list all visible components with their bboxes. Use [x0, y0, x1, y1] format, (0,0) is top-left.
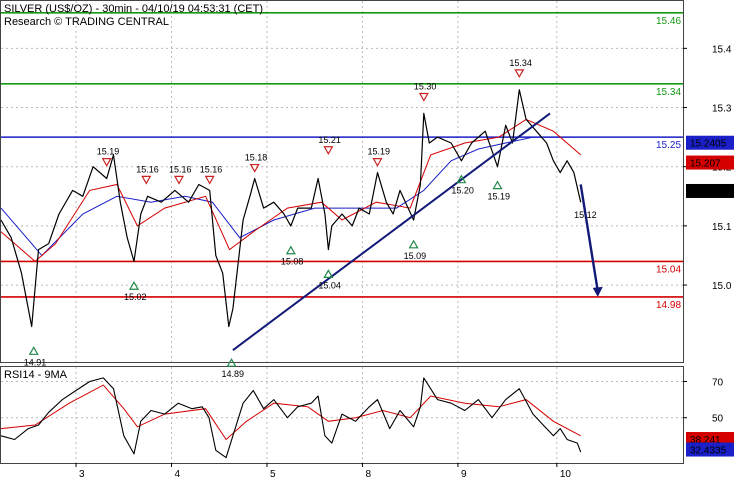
- price-badge-label: 15.207: [690, 159, 721, 170]
- high-label: 15.16: [200, 164, 223, 174]
- high-label: 15.19: [367, 147, 390, 157]
- y-tick-label: 15.0: [712, 281, 732, 292]
- low-label: 15.09: [404, 251, 427, 261]
- level-label: 15.04: [656, 264, 681, 275]
- level-label: 15.25: [656, 140, 681, 151]
- price-badge-label: 15.2405: [690, 139, 727, 150]
- rsi-panel-label: RSI14 - 9MA: [4, 369, 68, 381]
- rsi-y-tick-label: 70: [712, 377, 724, 388]
- chart-title: SILVER (US$/OZ) - 30min - 04/10/19 04:53…: [4, 3, 263, 15]
- high-label: 15.19: [97, 147, 120, 157]
- low-label: 15.02: [124, 292, 147, 302]
- x-tick-label: 4: [175, 469, 181, 480]
- low-label: 15.20: [451, 186, 474, 196]
- price-badge-label: 15.159: [690, 187, 721, 198]
- level-label: 15.46: [656, 16, 681, 27]
- target-label: 15.12: [574, 210, 597, 220]
- low-label: 14.91: [24, 357, 47, 367]
- high-label: 15.18: [245, 153, 268, 163]
- high-label: 15.16: [136, 164, 159, 174]
- y-tick-label: 15.1: [712, 222, 732, 233]
- level-label: 15.34: [656, 87, 681, 98]
- low-label: 15.04: [318, 280, 341, 290]
- y-tick-label: 15.4: [712, 44, 732, 55]
- chart-source: Research © TRADING CENTRAL: [4, 16, 169, 28]
- chart-root: 15.46 15.34 15.25 15.04 14.98 15.19 15.16 15.1…: [0, 0, 735, 480]
- high-label: 15.21: [318, 135, 341, 145]
- x-tick-label: 10: [560, 469, 572, 480]
- rsi-badge-label: 32.4335: [690, 446, 727, 457]
- y-tick-label: 15.3: [712, 104, 732, 115]
- low-label: 15.08: [281, 257, 304, 267]
- level-label: 14.98: [656, 300, 681, 311]
- x-tick-label: 8: [365, 469, 371, 480]
- x-tick-label: 5: [270, 469, 276, 480]
- high-label: 15.16: [169, 164, 192, 174]
- chart-svg: 15.4615.3415.2515.0414.98 15.1915.16 15.1…: [0, 0, 735, 480]
- high-label: 15.30: [414, 82, 437, 92]
- x-tick-label: 9: [461, 469, 467, 480]
- rsi-y-tick-label: 50: [712, 414, 724, 425]
- low-label: 14.89: [222, 369, 245, 379]
- low-label: 15.19: [487, 192, 510, 202]
- x-tick-label: 3: [79, 469, 85, 480]
- high-label: 15.34: [509, 58, 532, 68]
